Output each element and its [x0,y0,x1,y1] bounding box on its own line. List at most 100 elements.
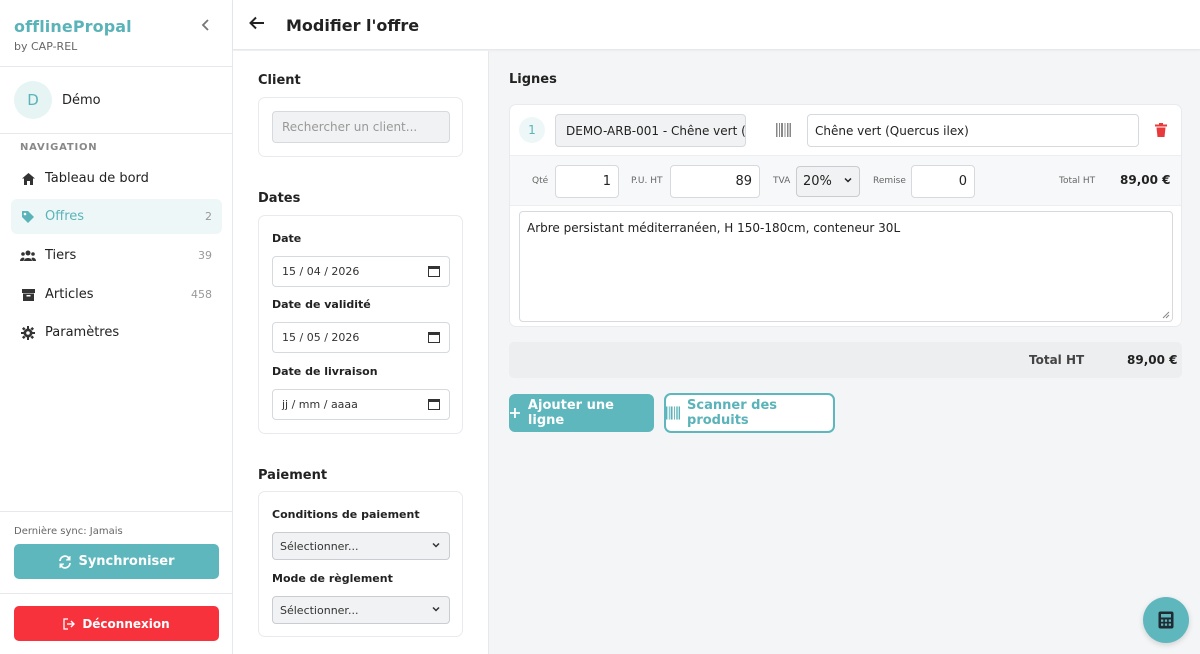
calendar-icon [428,332,440,343]
scan-products-label: Scanner des produits [687,398,777,428]
calculator-icon [1158,611,1174,629]
delivery-date-input[interactable]: jj / mm / aaaa [272,389,450,420]
box-icon [20,287,36,303]
payment-conditions-value: Sélectionner... [280,539,359,553]
total-bar: Total HT 89,00 € [509,342,1182,378]
plus-icon [509,408,520,418]
tva-label: TVA [773,176,791,186]
discount-label: Remise [873,176,906,186]
sync-button-label: Synchroniser [78,554,175,569]
delivery-date-value: jj / mm / aaaa [282,398,358,411]
home-icon [20,171,36,187]
lines-section-title: Lignes [509,72,557,87]
line-description-text: Arbre persistant méditerranéen, H 150-18… [527,221,901,235]
date-input[interactable]: 15 / 04 / 2026 [272,256,450,287]
validity-date-input[interactable]: 15 / 05 / 2026 [272,322,450,353]
user-profile: D Démo [14,81,101,119]
validity-date-value: 15 / 05 / 2026 [282,331,360,344]
date-label: Date [272,232,302,245]
avatar: D [14,81,52,119]
add-line-button[interactable]: Ajouter une ligne [509,394,654,432]
collapse-sidebar-button[interactable] [198,18,214,36]
sidebar-item-articles[interactable]: Articles 458 [11,277,222,312]
barcode-icon [666,406,681,420]
sidebar-item-label: Paramètres [45,325,120,340]
brand: offlinePropal by CAP-REL [14,17,132,53]
nav-count-badge: 458 [191,288,212,301]
payment-card: Conditions de paiement Sélectionner... M… [258,491,463,637]
tva-value: 20% [803,174,832,189]
refresh-icon [59,554,72,569]
qty-input[interactable]: 1 [555,165,619,198]
sidebar-item-label: Tableau de bord [45,171,149,186]
logout-icon [63,617,76,630]
sidebar-item-label: Tiers [45,248,77,263]
sidebar-item-tiers[interactable]: Tiers 39 [11,238,222,273]
offer-line-card: 1 DEMO-ARB-001 - Chêne vert (Quercus ile… [509,104,1182,327]
sidebar: offlinePropal by CAP-REL D Démo NAVIGATI… [0,0,233,654]
validity-date-label: Date de validité [272,298,371,311]
divider [0,511,233,512]
barcode-icon[interactable] [776,123,791,137]
total-label: Total HT [1029,353,1085,367]
last-sync-text: Dernière sync: Jamais [14,526,123,537]
sidebar-item-label: Articles [45,287,94,302]
client-card: Rechercher un client... [258,97,463,157]
total-value: 89,00 € [1127,353,1178,367]
logout-button[interactable]: Déconnexion [14,606,219,641]
page-title: Modifier l'offre [286,16,420,35]
client-section-title: Client [258,73,301,88]
divider [0,133,233,134]
date-value: 15 / 04 / 2026 [282,265,360,278]
line-label-input[interactable]: Chêne vert (Quercus ilex) [807,114,1139,147]
nav-count-badge: 2 [205,210,212,223]
page-header: Modifier l'offre [233,0,1200,50]
divider [0,66,233,67]
client-search-input[interactable]: Rechercher un client... [272,111,450,143]
payment-mode-label: Mode de règlement [272,572,393,585]
sync-button[interactable]: Synchroniser [14,544,219,579]
payment-conditions-label: Conditions de paiement [272,508,420,521]
tva-select[interactable]: 20% [796,166,860,197]
trash-icon[interactable] [1155,123,1167,137]
sidebar-item-label: Offres [45,209,85,224]
payment-conditions-select[interactable]: Sélectionner... [272,532,450,560]
line-values-row: Qté 1 P.U. HT 89 TVA 20% Remise 0 Total … [510,155,1181,206]
calendar-icon [428,266,440,277]
calendar-icon [428,399,440,410]
unit-price-input[interactable]: 89 [670,165,760,198]
resize-handle-icon[interactable] [1162,311,1170,319]
divider [0,593,233,594]
arrow-left-icon [249,16,264,30]
discount-input[interactable]: 0 [911,165,975,198]
dates-section-title: Dates [258,191,301,206]
payment-section-title: Paiement [258,468,328,483]
payment-mode-value: Sélectionner... [280,603,359,617]
chevron-down-icon [432,542,440,548]
gear-icon [20,325,36,341]
payment-mode-select[interactable]: Sélectionner... [272,596,450,624]
line-total-label: Total HT [1059,176,1096,186]
nav-count-badge: 39 [198,249,212,262]
users-icon [20,248,36,264]
calculator-button[interactable] [1143,597,1189,643]
sidebar-item-dashboard[interactable]: Tableau de bord [11,161,222,196]
product-ref-field[interactable]: DEMO-ARB-001 - Chêne vert (Quercus ilex) [555,114,746,147]
logout-button-label: Déconnexion [82,616,170,631]
line-number: 1 [519,117,545,143]
dates-card: Date 15 / 04 / 2026 Date de validité 15 … [258,215,463,434]
user-name: Démo [62,92,101,108]
qty-label: Qté [532,176,549,186]
scan-products-button[interactable]: Scanner des produits [664,393,835,433]
delivery-date-label: Date de livraison [272,365,378,378]
back-button[interactable] [249,14,269,36]
chevron-left-icon [201,19,209,31]
sidebar-item-parametres[interactable]: Paramètres [11,315,222,350]
chevron-down-icon [844,177,852,183]
brand-subtitle: by CAP-REL [14,40,78,53]
line-description-textarea[interactable]: Arbre persistant méditerranéen, H 150-18… [519,211,1173,322]
unit-price-label: P.U. HT [631,176,663,186]
sidebar-item-offres[interactable]: Offres 2 [11,199,222,234]
line-total-value: 89,00 € [1120,173,1171,187]
chevron-down-icon [432,606,440,612]
